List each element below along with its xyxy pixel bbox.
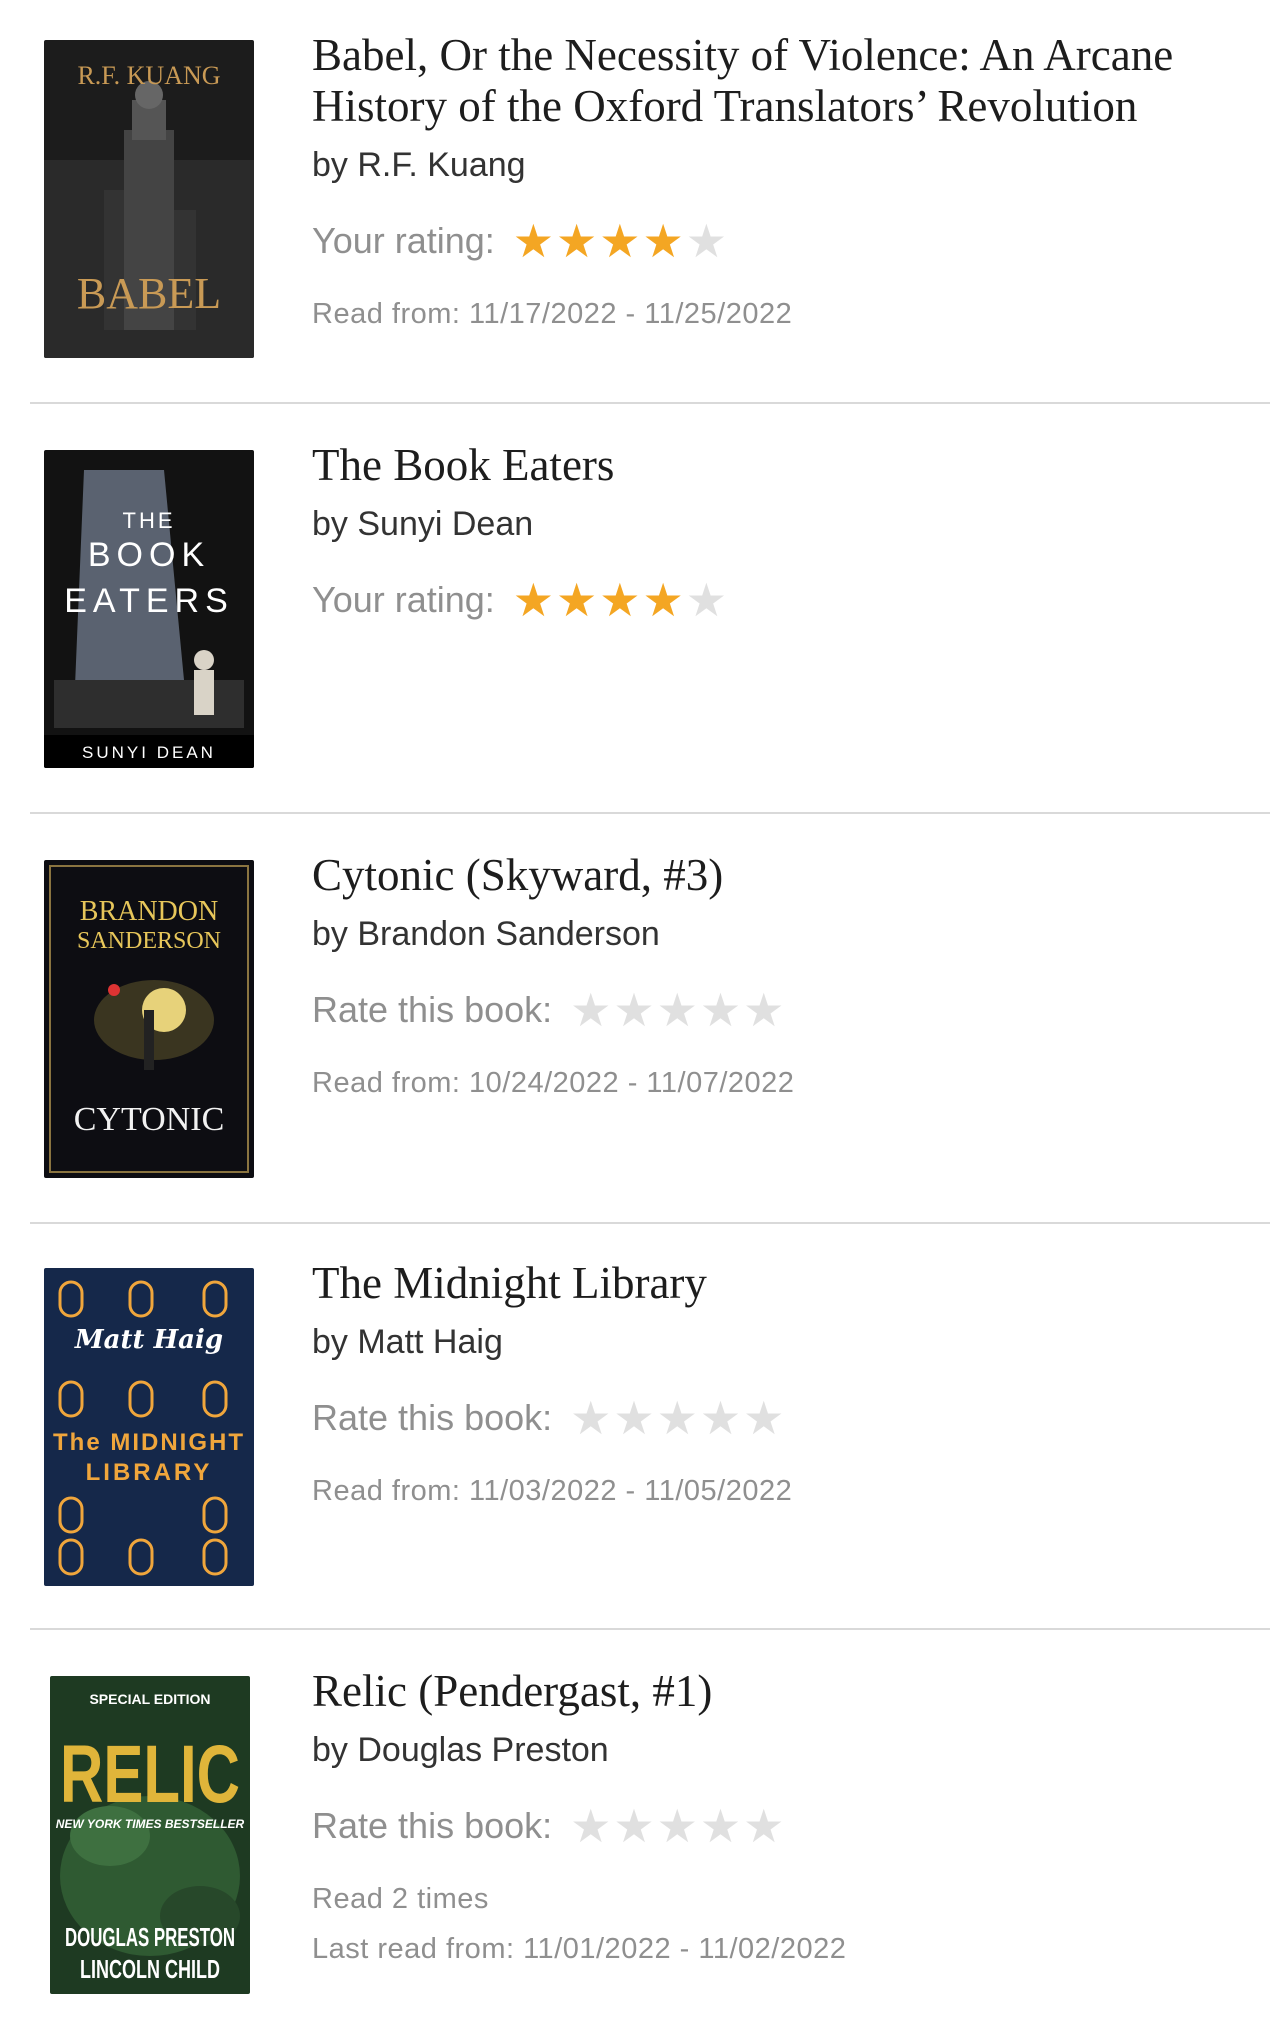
cover-title-line: EATERS [64, 582, 234, 620]
cover-author-line: DOUGLAS PRESTON [65, 1922, 235, 1952]
star-icon[interactable]: ★ [700, 1395, 741, 1441]
rating-label: Your rating: [312, 220, 495, 261]
cover-title-line: The MIDNIGHT [53, 1429, 245, 1456]
rating-label: Rate this book: [312, 1397, 553, 1438]
star-rating[interactable]: ★ ★ ★ ★ ★ [570, 1803, 786, 1849]
star-icon[interactable]: ★ [613, 1803, 654, 1849]
star-icon[interactable]: ★ [570, 1395, 611, 1441]
star-icon[interactable]: ★ [643, 218, 684, 264]
book-title[interactable]: Relic (Pendergast, #1) [312, 1666, 1262, 1717]
book-row[interactable]: Matt Haig The MIDNIGHT LIBRARY The Midni… [30, 1228, 1270, 1634]
book-info: Relic (Pendergast, #1) by Douglas Presto… [312, 1666, 1262, 1967]
book-cover[interactable]: BRANDON SANDERSON CYTONIC [44, 860, 254, 1178]
star-icon[interactable]: ★ [613, 1395, 654, 1441]
book-title[interactable]: The Midnight Library [312, 1258, 1262, 1309]
read-dates: Last read from: 11/01/2022 - 11/02/2022 [312, 1933, 847, 1965]
star-icon[interactable]: ★ [556, 577, 597, 623]
book-cover[interactable]: SPECIAL EDITION RELIC NEW YORK TIMES BES… [50, 1676, 250, 1994]
divider [30, 1222, 1270, 1224]
babel-cover-art: R.F. KUANG BABEL [44, 40, 254, 358]
star-icon[interactable]: ★ [657, 1803, 698, 1849]
cover-title-text: CYTONIC [74, 1101, 225, 1138]
read-dates: Read from: 11/03/2022 - 11/05/2022 [312, 1475, 793, 1507]
rating-row: Rate this book: ★ ★ ★ ★ ★ [312, 1801, 1262, 1851]
star-icon[interactable]: ★ [743, 1395, 784, 1441]
star-icon[interactable]: ★ [657, 1395, 698, 1441]
cover-title-line: LIBRARY [86, 1459, 213, 1486]
book-cover[interactable]: THE BOOK EATERS SUNYI DEAN [44, 450, 254, 768]
star-rating[interactable]: ★ ★ ★ ★ ★ [570, 987, 786, 1033]
book-title[interactable]: The Book Eaters [312, 440, 1262, 491]
book-info: The Book Eaters by Sunyi Dean Your ratin… [312, 440, 1262, 625]
cover-title-text: BABEL [77, 269, 221, 318]
star-icon[interactable]: ★ [570, 1803, 611, 1849]
star-icon[interactable]: ★ [570, 987, 611, 1033]
star-icon[interactable]: ★ [556, 218, 597, 264]
cover-tagline-text: NEW YORK TIMES BESTSELLER [56, 1817, 245, 1831]
rating-row: Rate this book: ★ ★ ★ ★ ★ [312, 1393, 1262, 1443]
star-icon[interactable]: ★ [513, 577, 554, 623]
star-icon[interactable]: ★ [613, 987, 654, 1033]
book-author[interactable]: by Sunyi Dean [312, 503, 1262, 545]
star-icon[interactable]: ★ [700, 1803, 741, 1849]
rating-label: Rate this book: [312, 989, 553, 1030]
cover-banner-text: SPECIAL EDITION [89, 1691, 210, 1707]
cover-author-line: LINCOLN CHILD [80, 1954, 220, 1984]
divider [30, 1628, 1270, 1630]
star-icon[interactable]: ★ [686, 218, 727, 264]
rating-label: Your rating: [312, 579, 495, 620]
star-icon[interactable]: ★ [743, 1803, 784, 1849]
book-row[interactable]: SPECIAL EDITION RELIC NEW YORK TIMES BES… [30, 1636, 1270, 2042]
star-icon[interactable]: ★ [599, 218, 640, 264]
star-icon[interactable]: ★ [599, 577, 640, 623]
rating-row: Your rating: ★ ★ ★ ★ ★ [312, 216, 1262, 266]
rating-row: Your rating: ★ ★ ★ ★ ★ [312, 575, 1262, 625]
star-icon[interactable]: ★ [513, 218, 554, 264]
cover-author-line: BRANDON [80, 896, 218, 927]
cover-author-text: R.F. KUANG [77, 61, 220, 90]
cytonic-cover-art: BRANDON SANDERSON CYTONIC [44, 860, 254, 1178]
relic-cover-art: SPECIAL EDITION RELIC NEW YORK TIMES BES… [50, 1676, 250, 1994]
star-icon[interactable]: ★ [643, 577, 684, 623]
book-info: The Midnight Library by Matt Haig Rate t… [312, 1258, 1262, 1509]
book-author[interactable]: by R.F. Kuang [312, 144, 1262, 186]
star-rating[interactable]: ★ ★ ★ ★ ★ [570, 1395, 786, 1441]
book-author[interactable]: by Brandon Sanderson [312, 913, 1262, 955]
rating-row: Rate this book: ★ ★ ★ ★ ★ [312, 985, 1262, 1035]
star-icon[interactable]: ★ [700, 987, 741, 1033]
book-info: Babel, Or the Necessity of Violence: An … [312, 30, 1262, 332]
book-title[interactable]: Babel, Or the Necessity of Violence: An … [312, 30, 1262, 132]
book-row[interactable]: R.F. KUANG BABEL Babel, Or the Necessity… [30, 0, 1270, 406]
book-author[interactable]: by Douglas Preston [312, 1729, 1262, 1771]
book-cover[interactable]: R.F. KUANG BABEL [44, 40, 254, 358]
cover-author-text: Matt Haig [74, 1325, 223, 1355]
book-eaters-cover-art: THE BOOK EATERS SUNYI DEAN [44, 450, 254, 768]
cover-author-text: SUNYI DEAN [82, 743, 216, 762]
divider [30, 812, 1270, 814]
star-rating[interactable]: ★ ★ ★ ★ ★ [513, 218, 729, 264]
book-cover[interactable]: Matt Haig The MIDNIGHT LIBRARY [44, 1268, 254, 1586]
cover-author-line: SANDERSON [77, 928, 221, 954]
cover-title-text: RELIC [60, 1729, 240, 1820]
star-rating[interactable]: ★ ★ ★ ★ ★ [513, 577, 729, 623]
cover-title-line: THE [123, 508, 176, 533]
book-row[interactable]: THE BOOK EATERS SUNYI DEAN The Book Eate… [30, 410, 1270, 816]
cover-title-line: BOOK [88, 536, 210, 574]
book-title[interactable]: Cytonic (Skyward, #3) [312, 850, 1262, 901]
star-icon[interactable]: ★ [686, 577, 727, 623]
read-dates: Read from: 11/17/2022 - 11/25/2022 [312, 298, 793, 330]
read-dates: Read from: 10/24/2022 - 11/07/2022 [312, 1067, 795, 1099]
rating-label: Rate this book: [312, 1805, 553, 1846]
book-info: Cytonic (Skyward, #3) by Brandon Sanders… [312, 850, 1262, 1101]
read-count: Read 2 times [312, 1883, 489, 1915]
book-author[interactable]: by Matt Haig [312, 1321, 1262, 1363]
star-icon[interactable]: ★ [657, 987, 698, 1033]
book-row[interactable]: BRANDON SANDERSON CYTONIC Cytonic (Skywa… [30, 820, 1270, 1226]
star-icon[interactable]: ★ [743, 987, 784, 1033]
midnight-library-cover-art: Matt Haig The MIDNIGHT LIBRARY [44, 1268, 254, 1586]
divider [30, 402, 1270, 404]
